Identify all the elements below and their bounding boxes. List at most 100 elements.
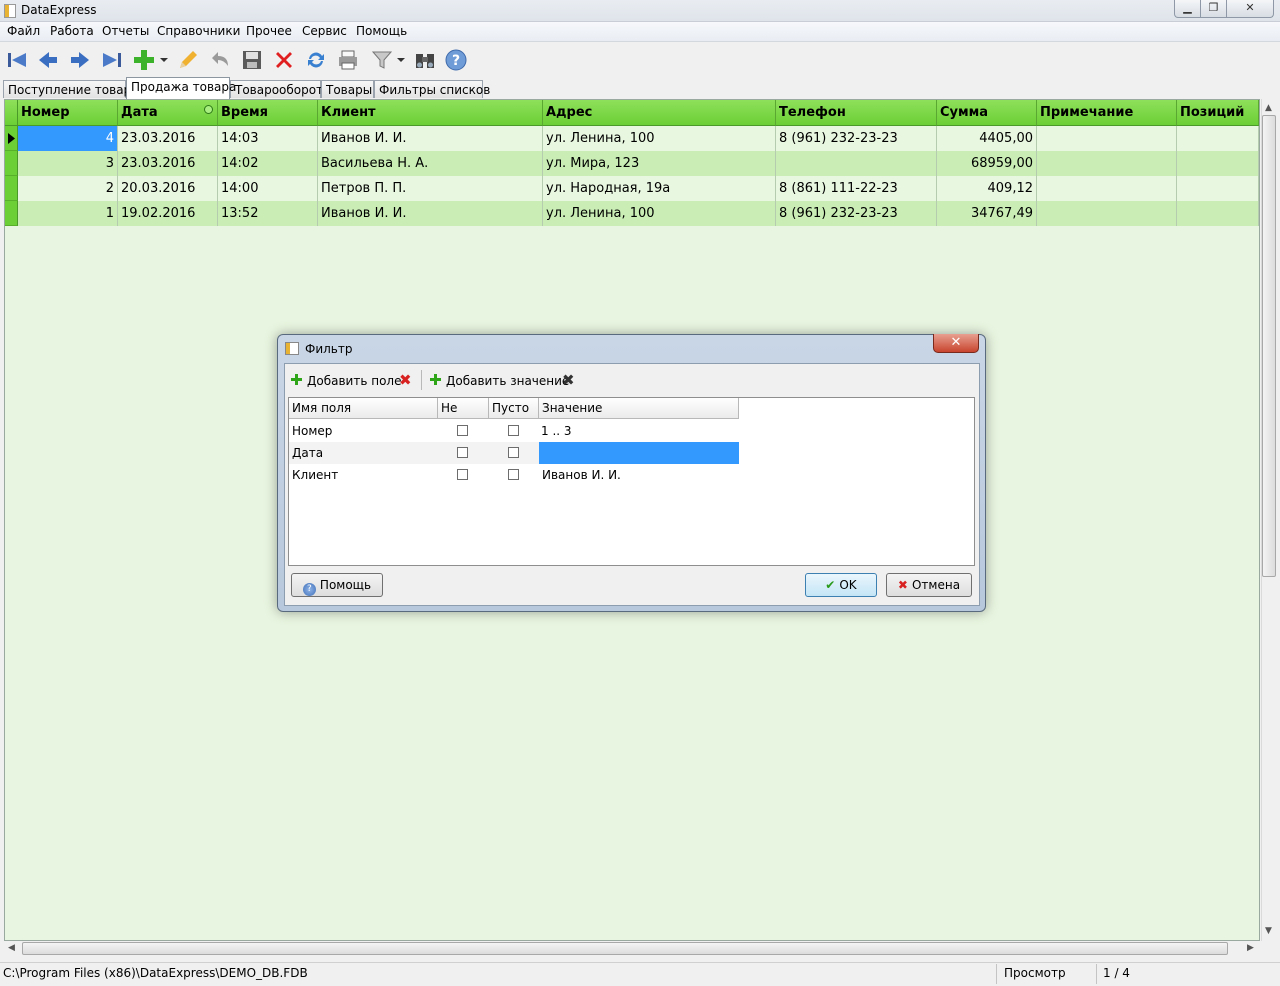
scroll-down-icon[interactable]: ▼	[1265, 926, 1272, 936]
menu-references[interactable]: Справочники	[157, 24, 240, 38]
cell-sum[interactable]: 4405,00	[937, 126, 1037, 151]
menu-other[interactable]: Прочее	[246, 24, 292, 38]
table-row[interactable]: 4 23.03.2016 14:03 Иванов И. И. ул. Лени…	[5, 126, 1259, 151]
cell-positions[interactable]	[1177, 151, 1259, 176]
cell-time[interactable]: 14:03	[218, 126, 318, 151]
cell-client[interactable]: Васильева Н. А.	[318, 151, 543, 176]
filter-not-checkbox[interactable]	[457, 469, 468, 480]
tab-turnover[interactable]: Товарооборот	[230, 80, 323, 98]
cell-phone[interactable]: 8 (861) 111-22-23	[776, 176, 937, 201]
cell-sum[interactable]: 34767,49	[937, 201, 1037, 226]
table-row[interactable]: 3 23.03.2016 14:02 Васильева Н. А. ул. М…	[5, 151, 1259, 176]
first-record-icon[interactable]	[5, 48, 29, 72]
cell-note[interactable]	[1037, 126, 1177, 151]
menu-service[interactable]: Сервис	[302, 24, 347, 38]
column-header-sum[interactable]: Сумма	[937, 100, 1037, 126]
cell-date[interactable]: 23.03.2016	[118, 151, 218, 176]
cell-number[interactable]: 1	[18, 201, 118, 226]
column-header-positions[interactable]: Позиций	[1177, 100, 1259, 126]
cell-client[interactable]: Петров П. П.	[318, 176, 543, 201]
column-header-date[interactable]: Дата	[118, 100, 218, 126]
table-row[interactable]: 1 19.02.2016 13:52 Иванов И. И. ул. Лени…	[5, 201, 1259, 226]
cell-date[interactable]: 19.02.2016	[118, 201, 218, 226]
filter-field-name[interactable]: Дата	[289, 442, 438, 464]
vertical-scroll-thumb[interactable]	[1262, 115, 1276, 577]
help-icon[interactable]: ?	[444, 48, 468, 72]
cancel-button[interactable]: ✖ Отмена	[886, 573, 972, 597]
filter-empty-checkbox[interactable]	[508, 469, 519, 480]
cell-address[interactable]: ул. Народная, 19а	[543, 176, 776, 201]
last-record-icon[interactable]	[100, 48, 124, 72]
cell-positions[interactable]	[1177, 201, 1259, 226]
cell-address[interactable]: ул. Мира, 123	[543, 151, 776, 176]
add-field-icon[interactable]	[291, 374, 302, 385]
tab-sales[interactable]: Продажа товара	[126, 77, 236, 99]
scroll-left-icon[interactable]: ◀	[8, 943, 15, 953]
column-header-phone[interactable]: Телефон	[776, 100, 937, 126]
help-button[interactable]: ? Помощь	[291, 573, 383, 597]
add-dropdown-icon[interactable]	[160, 56, 168, 64]
remove-field-icon[interactable]: ✖	[399, 371, 412, 389]
filter-field-name[interactable]: Клиент	[289, 464, 438, 486]
filter-empty-checkbox[interactable]	[508, 447, 519, 458]
cell-client[interactable]: Иванов И. И.	[318, 201, 543, 226]
cell-number[interactable]: 2	[18, 176, 118, 201]
filter-value[interactable]	[538, 442, 738, 464]
cell-address[interactable]: ул. Ленина, 100	[543, 201, 776, 226]
cell-positions[interactable]	[1177, 126, 1259, 151]
cell-date[interactable]: 20.03.2016	[118, 176, 218, 201]
menu-work[interactable]: Работа	[50, 24, 94, 38]
save-icon[interactable]	[240, 48, 264, 72]
column-header-note[interactable]: Примечание	[1037, 100, 1177, 126]
cell-note[interactable]	[1037, 201, 1177, 226]
close-button[interactable]: ✕	[1226, 0, 1274, 18]
next-record-icon[interactable]	[68, 48, 92, 72]
add-value-button[interactable]: Добавить значение	[446, 374, 569, 388]
add-value-icon[interactable]	[430, 374, 441, 385]
undo-icon[interactable]	[208, 48, 232, 72]
filter-empty-checkbox[interactable]	[508, 425, 519, 436]
filter-dropdown-icon[interactable]	[397, 56, 405, 64]
cell-number[interactable]: 3	[18, 151, 118, 176]
cell-note[interactable]	[1037, 151, 1177, 176]
cell-time[interactable]: 13:52	[218, 201, 318, 226]
cell-sum[interactable]: 68959,00	[937, 151, 1037, 176]
cell-positions[interactable]	[1177, 176, 1259, 201]
filter-not-checkbox[interactable]	[457, 425, 468, 436]
filter-icon[interactable]	[370, 48, 394, 72]
table-row[interactable]: 2 20.03.2016 14:00 Петров П. П. ул. Наро…	[5, 176, 1259, 201]
menu-help[interactable]: Помощь	[356, 24, 407, 38]
remove-value-icon[interactable]: ✖	[562, 371, 575, 389]
prev-record-icon[interactable]	[36, 48, 60, 72]
ok-button[interactable]: ✔ OK	[805, 573, 877, 597]
edit-pencil-icon[interactable]	[176, 48, 200, 72]
filter-field-name[interactable]: Номер	[289, 420, 438, 442]
tab-goods[interactable]: Товары	[321, 80, 374, 98]
binoculars-icon[interactable]	[413, 48, 437, 72]
filter-value[interactable]: Иванов И. И.	[539, 464, 739, 486]
cell-note[interactable]	[1037, 176, 1177, 201]
restore-button[interactable]: ❐	[1200, 0, 1227, 18]
delete-icon[interactable]	[272, 48, 296, 72]
filter-not-checkbox[interactable]	[457, 447, 468, 458]
cell-sum[interactable]: 409,12	[937, 176, 1037, 201]
cell-date[interactable]: 23.03.2016	[118, 126, 218, 151]
scroll-up-icon[interactable]: ▲	[1265, 103, 1272, 113]
cell-phone[interactable]: 8 (961) 232-23-23	[776, 126, 937, 151]
cell-address[interactable]: ул. Ленина, 100	[543, 126, 776, 151]
refresh-icon[interactable]	[304, 48, 328, 72]
add-icon[interactable]	[132, 48, 156, 72]
column-header-client[interactable]: Клиент	[318, 100, 543, 126]
column-header-time[interactable]: Время	[218, 100, 318, 126]
minimize-button[interactable]: ▁	[1174, 0, 1201, 18]
tab-incoming[interactable]: Поступление товара	[3, 80, 139, 98]
add-field-button[interactable]: Добавить поле	[307, 374, 401, 388]
cell-number[interactable]: 4	[18, 126, 118, 151]
cell-time[interactable]: 14:02	[218, 151, 318, 176]
column-header-number[interactable]: Номер	[18, 100, 118, 126]
dialog-close-button[interactable]: ✕	[933, 334, 979, 353]
tab-list-filters[interactable]: Фильтры списков	[374, 80, 490, 98]
menu-file[interactable]: Файл	[7, 24, 40, 38]
column-header-address[interactable]: Адрес	[543, 100, 776, 126]
menu-reports[interactable]: Отчеты	[102, 24, 149, 38]
